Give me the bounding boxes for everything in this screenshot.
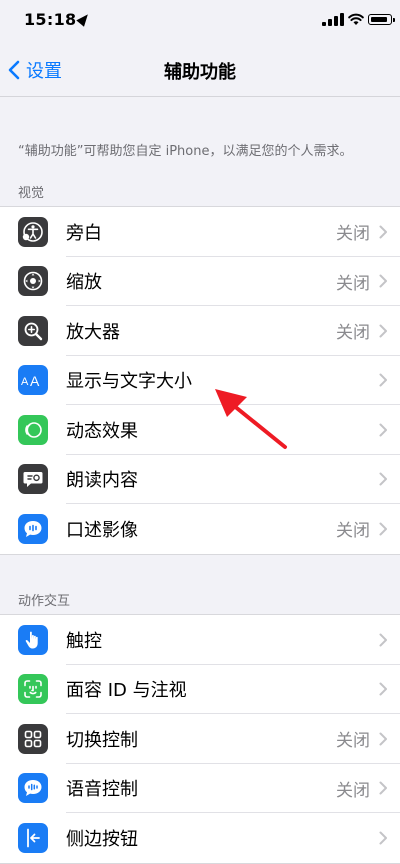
chevron-right-icon: [379, 633, 387, 647]
row-label: 侧边按钮: [66, 828, 138, 850]
row-label: 动态效果: [66, 420, 138, 442]
intro-text: “辅助功能”可帮助您自定 iPhone，以满足您的个人需求。: [18, 144, 353, 159]
chevron-right-icon: [379, 732, 387, 746]
face-id-icon: [18, 674, 48, 705]
chevron-right-icon: [379, 373, 387, 387]
text-size-icon: A A: [18, 365, 48, 396]
row-value: 关闭: [336, 273, 370, 294]
row-label: 面容 ID 与注视: [66, 680, 187, 702]
row-value: 关闭: [336, 521, 370, 542]
section-header-physical-motor: 动作交互: [18, 594, 71, 609]
section-header-vision: 视觉: [18, 186, 45, 201]
touch-icon: [18, 624, 48, 655]
row-touch[interactable]: 触控: [0, 615, 400, 665]
row-value: 关闭: [336, 323, 370, 344]
row-motion[interactable]: 动态效果: [0, 405, 400, 455]
navigation-bar: 设置 辅助功能: [0, 44, 400, 97]
magnifier-icon: [18, 315, 48, 346]
chevron-right-icon: [379, 472, 387, 486]
motion-icon: [18, 414, 48, 445]
battery-icon: [368, 14, 395, 25]
vision-settings-group: 旁白 关闭 缩放 关闭 放大器 关闭 A A 显示与文字大小 动态效果 朗读内容…: [0, 206, 400, 555]
row-value: 关闭: [336, 780, 370, 801]
row-voiceover[interactable]: 旁白 关闭: [0, 207, 400, 257]
svg-text:A: A: [30, 373, 40, 389]
chevron-right-icon: [379, 522, 387, 536]
switch-control-icon: [18, 723, 48, 754]
side-button-icon: [18, 822, 48, 853]
chevron-right-icon: [379, 781, 387, 795]
chevron-right-icon: [379, 682, 387, 696]
cellular-signal-icon: [322, 13, 344, 26]
chevron-right-icon: [379, 831, 387, 845]
physical-motor-settings-group: 触控 面容 ID 与注视 切换控制 关闭 语音控制 关闭 侧边按钮: [0, 614, 400, 864]
audio-description-icon: [18, 513, 48, 544]
chevron-right-icon: [379, 324, 387, 338]
row-voice-control[interactable]: 语音控制 关闭: [0, 764, 400, 813]
spoken-content-icon: [18, 464, 48, 495]
voiceover-icon: [18, 216, 48, 247]
row-label: 触控: [66, 630, 102, 652]
row-switch-control[interactable]: 切换控制 关闭: [0, 714, 400, 764]
row-label: 缩放: [66, 272, 102, 294]
row-label: 显示与文字大小: [66, 371, 192, 393]
chevron-right-icon: [379, 423, 387, 437]
zoom-icon: [18, 266, 48, 297]
svg-text:A: A: [21, 376, 29, 388]
row-spoken-content[interactable]: 朗读内容: [0, 455, 400, 504]
row-value: 关闭: [336, 224, 370, 245]
row-label: 语音控制: [66, 779, 138, 801]
voice-control-icon: [18, 773, 48, 804]
row-label: 切换控制: [66, 729, 138, 751]
row-label: 口述影像: [66, 519, 138, 541]
location-arrow-icon: [76, 11, 92, 27]
row-value: 关闭: [336, 731, 370, 752]
status-time: 15:18: [24, 10, 77, 29]
row-label: 放大器: [66, 321, 120, 343]
page-title: 辅助功能: [164, 62, 236, 83]
chevron-right-icon: [379, 225, 387, 239]
row-label: 朗读内容: [66, 470, 138, 492]
chevron-right-icon: [379, 274, 387, 288]
row-magnifier[interactable]: 放大器 关闭: [0, 306, 400, 356]
status-bar: 15:18: [0, 0, 400, 44]
wifi-icon: [348, 13, 364, 25]
row-zoom[interactable]: 缩放 关闭: [0, 257, 400, 306]
row-label: 旁白: [66, 222, 102, 244]
row-audio-descriptions[interactable]: 口述影像 关闭: [0, 504, 400, 554]
row-display-text-size[interactable]: A A 显示与文字大小: [0, 356, 400, 405]
row-face-id-attention[interactable]: 面容 ID 与注视: [0, 665, 400, 714]
row-side-button[interactable]: 侧边按钮: [0, 813, 400, 863]
